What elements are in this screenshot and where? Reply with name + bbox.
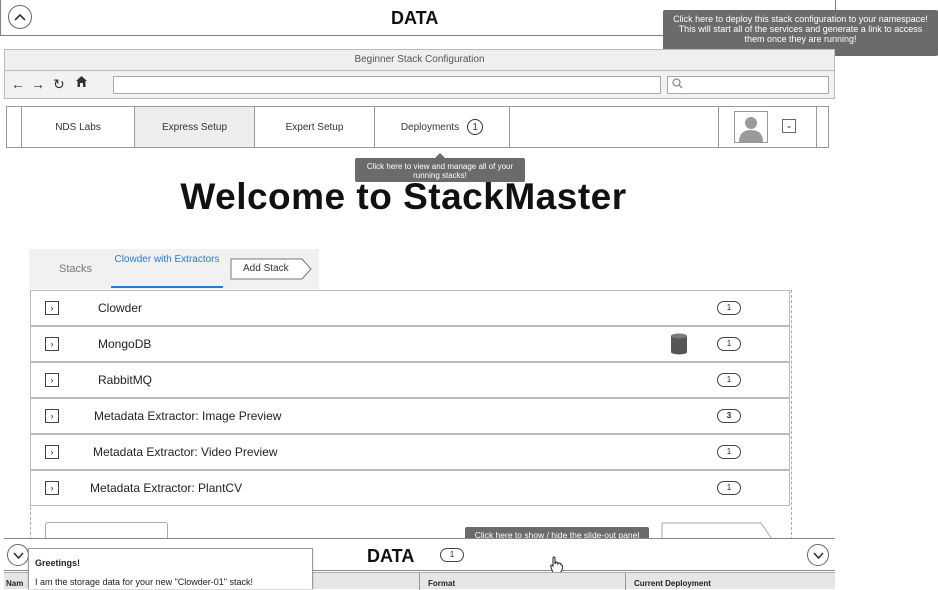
service-name: Metadata Extractor: PlantCV [90,481,243,495]
service-count-badge: 3 [717,409,741,423]
nav-label: NDS Labs [55,121,101,133]
chevron-right-icon[interactable]: › [45,481,59,495]
greeting-popup: Greetings! I am the storage data for you… [28,548,313,589]
chevron-right-icon[interactable]: › [45,337,59,351]
bottom-data-title: DATA [367,546,415,566]
welcome-heading: Welcome to StackMaster [180,176,627,217]
tab-label: Clowder with Extractors [114,254,220,265]
chevron-right-icon[interactable]: › [45,445,59,459]
chevron-up-icon[interactable] [8,5,32,29]
service-count-badge: 1 [717,301,741,315]
main-navbar: NDS Labs Express Setup Expert Setup Depl… [6,106,829,148]
browser-toolbar: ← → ↻ [4,71,835,99]
window-title: Beginner Stack Configuration [4,49,835,71]
service-row[interactable]: › Metadata Extractor: Image Preview 3 [30,398,790,434]
url-input[interactable] [113,76,661,94]
chevron-right-icon[interactable]: › [45,373,59,387]
service-name: MongoDB [98,337,152,351]
chevron-down-icon[interactable]: ⌄ [782,119,796,133]
column-divider [625,573,626,590]
forward-arrow-icon[interactable]: → [31,76,45,92]
greeting-text: I am the storage data for your new "Clow… [35,577,253,587]
stack-tabs: Stacks Clowder with Extractors Add Stack [29,249,319,289]
service-row[interactable]: › Clowder 1 [30,290,790,326]
nav-nds-labs[interactable]: NDS Labs [21,107,135,147]
service-count-badge: 1 [717,445,741,459]
column-format: Format [428,579,456,588]
deployments-count-badge: 1 [467,119,484,135]
database-icon[interactable] [670,333,688,360]
service-name: Clowder [98,301,143,315]
nav-label: Express Setup [161,121,228,133]
service-count-badge: 1 [717,373,741,387]
tab-clowder-with-extractors[interactable]: Clowder with Extractors [111,254,223,266]
user-avatar-icon[interactable] [734,111,768,143]
nav-divider [816,107,817,147]
service-name: Metadata Extractor: Video Preview [93,445,278,459]
service-row[interactable]: › Metadata Extractor: Video Preview 1 [30,434,790,470]
service-row[interactable]: › MongoDB 1 [30,326,790,362]
nav-expert-setup[interactable]: Expert Setup [255,107,375,147]
nav-divider [718,107,719,147]
chevron-right-icon[interactable]: › [45,301,59,315]
tab-stacks[interactable]: Stacks [59,263,92,275]
chevron-right-icon[interactable]: › [45,409,59,423]
reload-icon[interactable]: ↻ [53,76,65,93]
chevron-down-icon[interactable] [7,544,29,566]
service-count-badge: 1 [717,337,741,351]
column-name: Nam [6,579,24,588]
nav-label: Expert Setup [285,121,344,133]
search-field[interactable] [667,76,829,94]
service-count-badge: 1 [717,481,741,495]
nav-deployments[interactable]: Deployments 1 [375,107,510,147]
search-icon [672,78,683,92]
storage-count-badge: 1 [440,548,464,562]
service-name: RabbitMQ [98,373,153,387]
service-row[interactable]: › Metadata Extractor: PlantCV 1 [30,470,790,506]
chevron-down-icon[interactable] [807,544,829,566]
column-current-deployment: Current Deployment [634,579,711,588]
service-name: Metadata Extractor: Image Preview [94,409,282,423]
home-icon[interactable] [75,75,88,91]
nav-express-setup[interactable]: Express Setup [135,107,255,147]
service-row[interactable]: › RabbitMQ 1 [30,362,790,398]
add-stack-label: Add Stack [243,263,289,274]
top-data-title: DATA [391,8,439,28]
add-stack-button[interactable]: Add Stack [230,258,312,280]
greeting-title: Greetings! [35,558,81,568]
nav-label: Deployments [400,121,460,133]
column-divider [419,573,420,590]
back-arrow-icon[interactable]: ← [11,76,25,92]
active-tab-underline [111,286,223,288]
